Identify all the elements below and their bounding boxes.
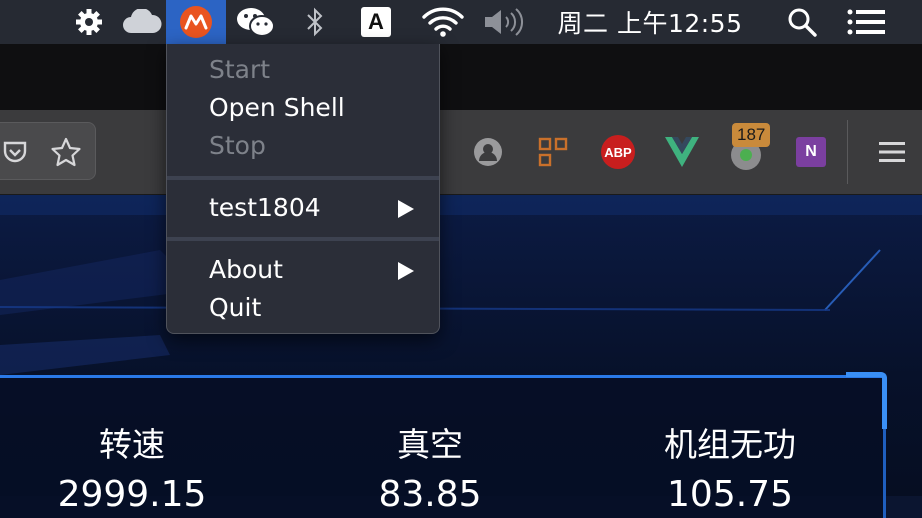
browser-toolbar [0, 110, 922, 195]
menu-separator [167, 176, 439, 180]
onenote-icon[interactable]: N [793, 134, 829, 170]
menu-separator [167, 237, 439, 241]
toolbar-divider [847, 120, 848, 184]
menu-item-about[interactable]: About [209, 255, 283, 284]
abp-label: ABP [601, 135, 635, 169]
cloud-icon[interactable] [120, 0, 164, 44]
submenu-arrow-icon [398, 200, 414, 218]
metric-label-reactive-power: 机组无功 [664, 425, 796, 464]
menu-item-quit[interactable]: Quit [209, 293, 261, 322]
menu-bar: A 周二 上午12:55 [0, 0, 922, 44]
spotlight-search-icon[interactable] [782, 0, 822, 44]
menu-item-start: Start [209, 55, 271, 84]
bluetooth-icon[interactable] [300, 0, 330, 44]
input-source-indicator[interactable]: A [356, 0, 396, 44]
metric-label-speed: 转速 [99, 425, 165, 464]
clock-text: 周二 上午12:55 [557, 9, 743, 38]
submenu-arrow-icon [398, 262, 414, 280]
wechat-icon[interactable] [232, 0, 280, 44]
menu-item-stop: Stop [209, 131, 266, 160]
notification-center-icon[interactable] [844, 0, 888, 44]
account-icon[interactable] [470, 134, 506, 170]
grid-extension-icon[interactable] [535, 134, 571, 170]
menu-item-test1804[interactable]: test1804 [209, 193, 321, 222]
wifi-icon[interactable] [418, 0, 468, 44]
metric-value-speed: 2999.15 [57, 474, 207, 515]
clock[interactable]: 周二 上午12:55 [550, 0, 750, 44]
input-source-label: A [361, 7, 391, 37]
bookmark-star-icon[interactable] [48, 134, 84, 170]
onenote-label: N [796, 137, 826, 167]
metric-value-vacuum: 83.85 [378, 474, 482, 515]
volume-icon[interactable] [480, 0, 528, 44]
metric-value-reactive-power: 105.75 [667, 474, 793, 515]
browser-tab-strip [0, 44, 922, 110]
adblock-plus-icon[interactable]: ABP [600, 134, 636, 170]
vue-devtools-icon[interactable] [664, 134, 700, 170]
panel-corner-accent [846, 372, 887, 429]
gear-icon[interactable] [70, 0, 108, 44]
pocket-icon[interactable] [0, 134, 30, 170]
metric-label-vacuum: 真空 [397, 425, 463, 464]
multipass-dropdown-menu: Start Open Shell Stop test1804 About Qui… [166, 44, 440, 334]
multipass-menu-icon[interactable] [166, 0, 226, 44]
extension-badge: 187 [732, 123, 771, 147]
menu-item-open-shell[interactable]: Open Shell [209, 93, 345, 122]
hamburger-menu-icon[interactable] [874, 134, 910, 170]
